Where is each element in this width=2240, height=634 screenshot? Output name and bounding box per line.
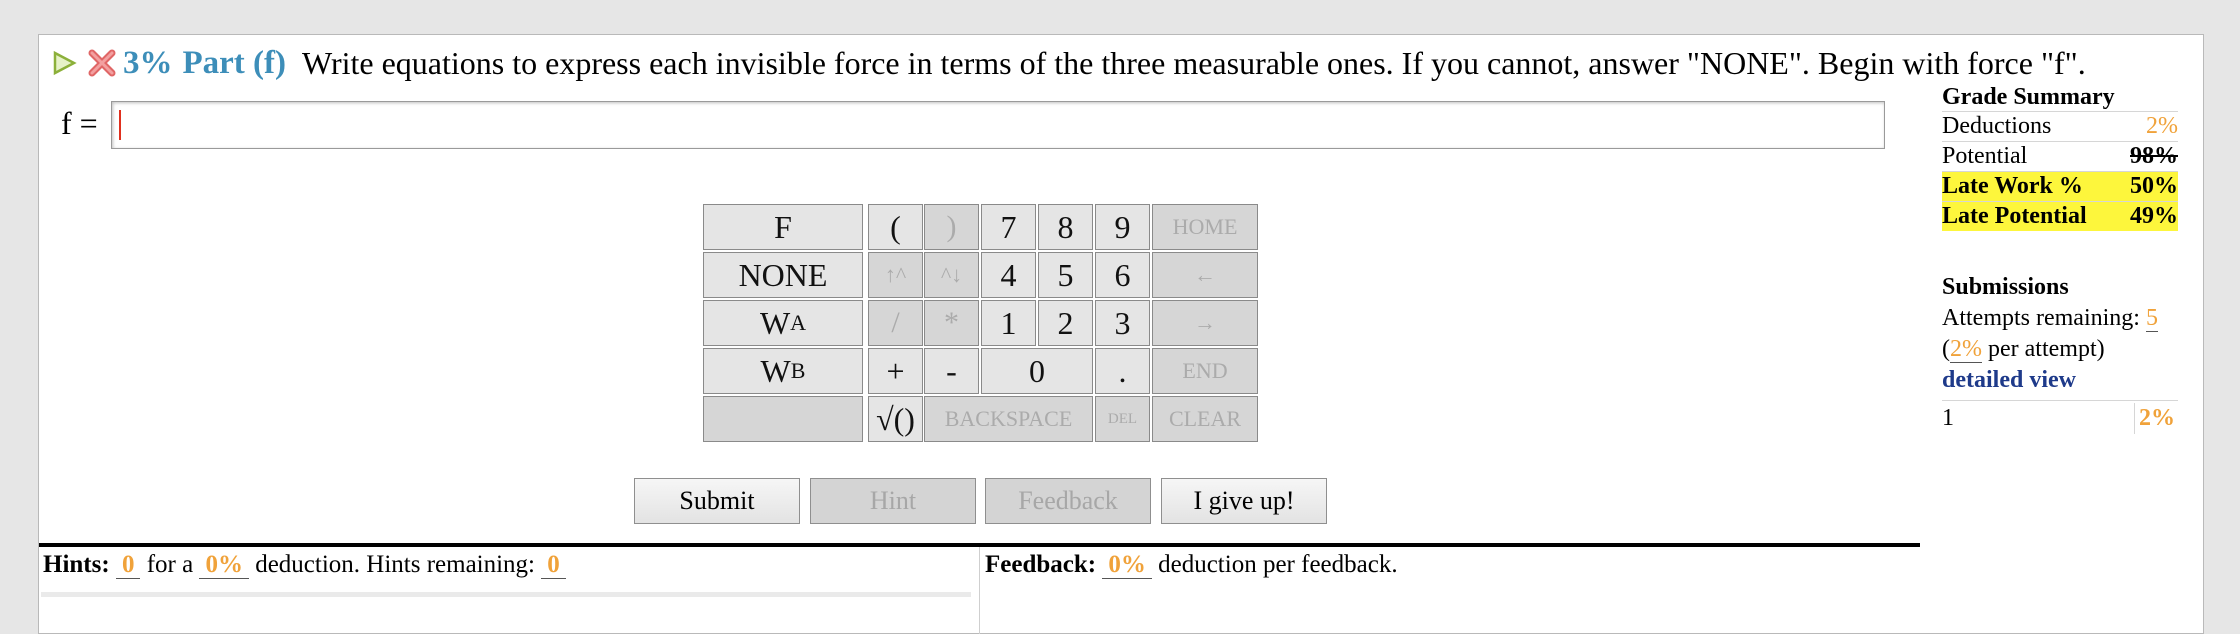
key-var-wa[interactable]: WA [703,300,863,346]
key-right: → [1152,300,1258,346]
hints-used: 0 [115,551,141,579]
key-open-paren[interactable]: ( [868,204,923,250]
key-var-f[interactable]: F [703,204,863,250]
answer-input[interactable] [111,101,1885,149]
hint-deduction: 0% [199,551,249,579]
detailed-view-link[interactable]: detailed view [1942,365,2178,396]
key-9[interactable]: 9 [1095,204,1150,250]
key-6[interactable]: 6 [1095,252,1150,298]
key-subscript: ^↓ [924,252,979,298]
feedback-button: Feedback [985,478,1151,524]
part-percent: 3% [123,44,173,81]
hints-feedback-separator [979,547,980,634]
grade-summary-title: Grade Summary [1942,84,2115,110]
key-backspace: BACKSPACE [924,396,1093,442]
problem-panel: 3% Part (f) Write equations to express e… [38,34,2204,634]
x-icon [88,49,116,77]
submissions-title: Submissions [1942,274,2069,300]
key-minus[interactable]: - [924,348,979,394]
key-7[interactable]: 7 [981,204,1036,250]
key-2[interactable]: 2 [1038,300,1093,346]
late-work-row: Late Work % 50% [1942,171,2178,201]
play-icon[interactable] [51,50,77,76]
key-3[interactable]: 3 [1095,300,1150,346]
hint-button: Hint [810,478,976,524]
submissions: Submissions Attempts remaining: 5 (2% pe… [1942,272,2178,434]
potential-row: Potential 98% [1942,141,2178,169]
key-0[interactable]: 0 [981,348,1093,394]
key-var-wb[interactable]: WB [703,348,863,394]
hints-info: Hints: 0 for a 0% deduction. Hints remai… [43,551,566,579]
key-superscript: ↑^ [868,252,923,298]
submit-button[interactable]: Submit [634,478,800,524]
key-4[interactable]: 4 [981,252,1036,298]
key-divide: / [868,300,923,346]
key-home: HOME [1152,204,1258,250]
part-title: Part (f) [182,44,287,81]
key-8[interactable]: 8 [1038,204,1093,250]
key-decimal[interactable]: . [1095,348,1150,394]
part-header: 3% Part (f) Write equations to express e… [51,41,2086,85]
key-var-empty [703,396,863,442]
key-close-paren: ) [924,204,979,250]
give-up-button[interactable]: I give up! [1161,478,1327,524]
key-multiply: * [924,300,979,346]
attempt-row: 1 2% [1942,400,2178,434]
deductions-row: Deductions 2% [1942,111,2178,139]
key-5[interactable]: 5 [1038,252,1093,298]
attempts-remaining: Attempts remaining: 5 [1942,305,2158,332]
key-var-none[interactable]: NONE [703,252,863,298]
feedback-info: Feedback: 0% deduction per feedback. [985,551,1398,579]
feedback-deduction: 0% [1102,551,1152,579]
key-del: DEL [1095,396,1150,442]
part-instructions: Write equations to express each invisibl… [302,44,2086,81]
hints-remaining: 0 [541,551,566,579]
late-potential-row: Late Potential 49% [1942,201,2178,231]
key-end: END [1152,348,1258,394]
key-clear: CLEAR [1152,396,1258,442]
answer-label: f = [61,105,98,141]
text-caret [119,110,121,140]
key-sqrt[interactable]: √() [868,396,923,442]
per-attempt: (2% per attempt) [1942,336,2105,363]
key-left: ← [1152,252,1258,298]
key-1[interactable]: 1 [981,300,1036,346]
grade-summary: Grade Summary Deductions 2% Potential 98… [1942,84,2178,231]
key-plus[interactable]: + [868,348,923,394]
hints-area [41,592,971,597]
